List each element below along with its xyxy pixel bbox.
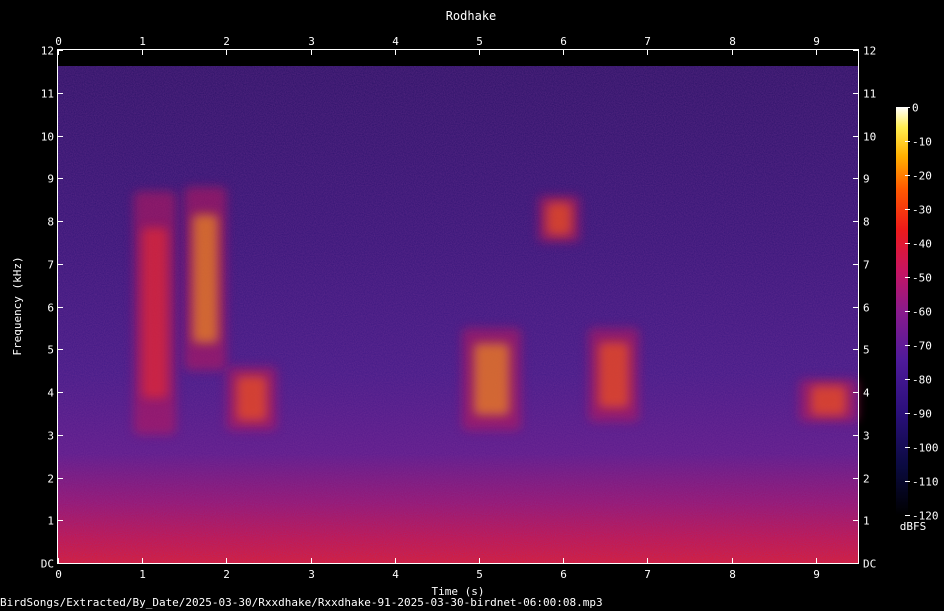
colorbar-tick-label: -90 — [912, 408, 932, 421]
x-tick-label: 9 — [813, 568, 820, 581]
y-tick-label-right: 3 — [863, 430, 870, 443]
x-tick-label-top: 9 — [813, 35, 820, 48]
y-tick-label-right: 10 — [863, 131, 876, 144]
y-tick-label-right: 8 — [863, 216, 870, 229]
colorbar-tick-label: -110 — [912, 476, 939, 489]
spectrogram-plot-area — [58, 50, 858, 563]
colorbar-tick-label: -20 — [912, 170, 932, 183]
x-tick-label-top: 2 — [223, 35, 230, 48]
y-tick-label: 10 — [41, 131, 54, 144]
y-tick-label-right: 7 — [863, 259, 870, 272]
x-tick-label: 5 — [476, 568, 483, 581]
y-tick-label: 3 — [47, 430, 54, 443]
energy-region-core — [192, 214, 218, 344]
y-tick-label: 8 — [47, 216, 54, 229]
colorbar-tick-label: -30 — [912, 204, 932, 217]
y-tick-label: 9 — [47, 173, 54, 186]
y-tick-label-right: DC — [863, 558, 876, 571]
energy-region-core — [810, 385, 847, 416]
x-tick-label: 7 — [644, 568, 651, 581]
x-tick-label-top: 8 — [729, 35, 736, 48]
energy-region-core — [598, 341, 629, 408]
x-tick-label-top: 1 — [139, 35, 146, 48]
spectrogram-figure: Rodhake 0123456789 0123456789 DC12345678… — [11, 9, 939, 598]
colorbar-label: dBFS — [900, 520, 927, 533]
x-tick-label-top: 7 — [644, 35, 651, 48]
colorbar-tick-label: -70 — [912, 340, 932, 353]
colorbar-tick-label: -40 — [912, 238, 932, 251]
spectrogram-grain — [58, 66, 858, 563]
colorbar-tick-label: 0 — [912, 102, 919, 115]
y-tick-label-right: 11 — [863, 88, 876, 101]
x-tick-label-top: 0 — [55, 35, 62, 48]
y-tick-label: 5 — [47, 344, 54, 357]
x-tick-label-top: 3 — [308, 35, 315, 48]
y-tick-label: 6 — [47, 302, 54, 315]
y-tick-label-right: 2 — [863, 473, 870, 486]
chart-title: Rodhake — [446, 9, 497, 23]
energy-region-core — [474, 343, 510, 416]
y-tick-label-right: 4 — [863, 387, 870, 400]
y-tick-label-right: 12 — [863, 45, 876, 58]
y-tick-label: 11 — [41, 88, 54, 101]
x-tick-label-top: 5 — [476, 35, 483, 48]
x-tick-label: 0 — [55, 568, 62, 581]
colorbar-tick-label: -10 — [912, 136, 932, 149]
colorbar-tick-label: -100 — [912, 442, 939, 455]
y-tick-label: 7 — [47, 259, 54, 272]
energy-region-core — [142, 227, 168, 399]
x-tick-label: 3 — [308, 568, 315, 581]
colorbar-tick-label: -50 — [912, 272, 932, 285]
y-tick-label-right: 9 — [863, 173, 870, 186]
file-path-footer: BirdSongs/Extracted/By_Date/2025-03-30/R… — [0, 596, 603, 609]
y-tick-label-right: 6 — [863, 302, 870, 315]
x-tick-label: 1 — [139, 568, 146, 581]
x-tick-label: 8 — [729, 568, 736, 581]
y-tick-label-right: 1 — [863, 515, 870, 528]
y-tick-label: 4 — [47, 387, 54, 400]
x-tick-label: 4 — [392, 568, 399, 581]
x-tick-label: 6 — [560, 568, 567, 581]
x-tick-label-top: 6 — [560, 35, 567, 48]
y-tick-label: 1 — [47, 515, 54, 528]
colorbar-tick-label: -60 — [912, 306, 932, 319]
y-tick-label: DC — [41, 558, 54, 571]
x-tick-label: 2 — [223, 568, 230, 581]
x-tick-label-top: 4 — [392, 35, 399, 48]
colorbar-tick-label: -80 — [912, 374, 932, 387]
y-tick-label: 2 — [47, 473, 54, 486]
y-axis-label: Frequency (kHz) — [11, 256, 24, 355]
energy-region-core — [236, 375, 267, 421]
colorbar-ticks: 0-10-20-30-40-50-60-70-80-90-100-110-120 — [905, 102, 939, 523]
y-tick-label-right: 5 — [863, 344, 870, 357]
colorbar: 0-10-20-30-40-50-60-70-80-90-100-110-120… — [896, 102, 939, 533]
y-tick-label: 12 — [41, 45, 54, 58]
energy-region-core — [546, 202, 572, 236]
